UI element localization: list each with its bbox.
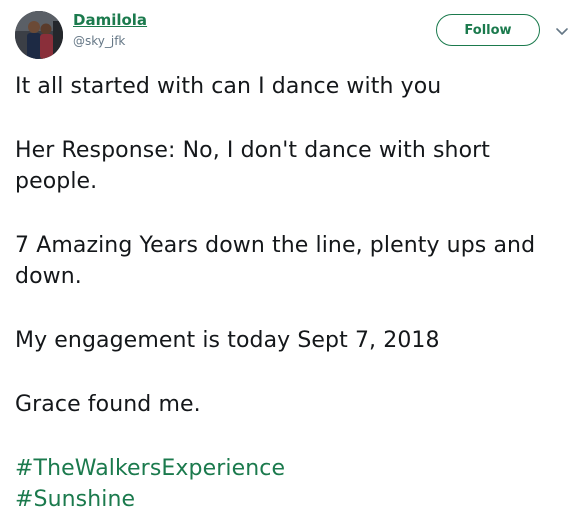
user-handle: @sky_jfk: [73, 34, 126, 48]
follow-button[interactable]: Follow: [436, 14, 540, 46]
hashtag-link[interactable]: #Sunshine: [15, 484, 560, 515]
tweet-paragraph: My engagement is today Sept 7, 2018: [15, 328, 440, 353]
user-display-name[interactable]: Damilola: [73, 11, 147, 29]
tweet-paragraph: It all started with can I dance with you: [15, 74, 442, 99]
tweet-text: It all started with can I dance with you…: [15, 71, 560, 515]
tweet-paragraph: Her Response: No, I don't dance with sho…: [15, 138, 491, 194]
hashtag-list: #TheWalkersExperience #Sunshine: [15, 453, 560, 515]
chevron-down-icon[interactable]: [555, 24, 569, 38]
tweet-card: Damilola @sky_jfk Follow It all started …: [0, 0, 573, 526]
hashtag-link[interactable]: #TheWalkersExperience: [15, 453, 560, 484]
tweet-paragraph: Grace found me.: [15, 392, 201, 417]
tweet-paragraph: 7 Amazing Years down the line, plenty up…: [15, 233, 536, 289]
avatar[interactable]: [15, 11, 63, 59]
